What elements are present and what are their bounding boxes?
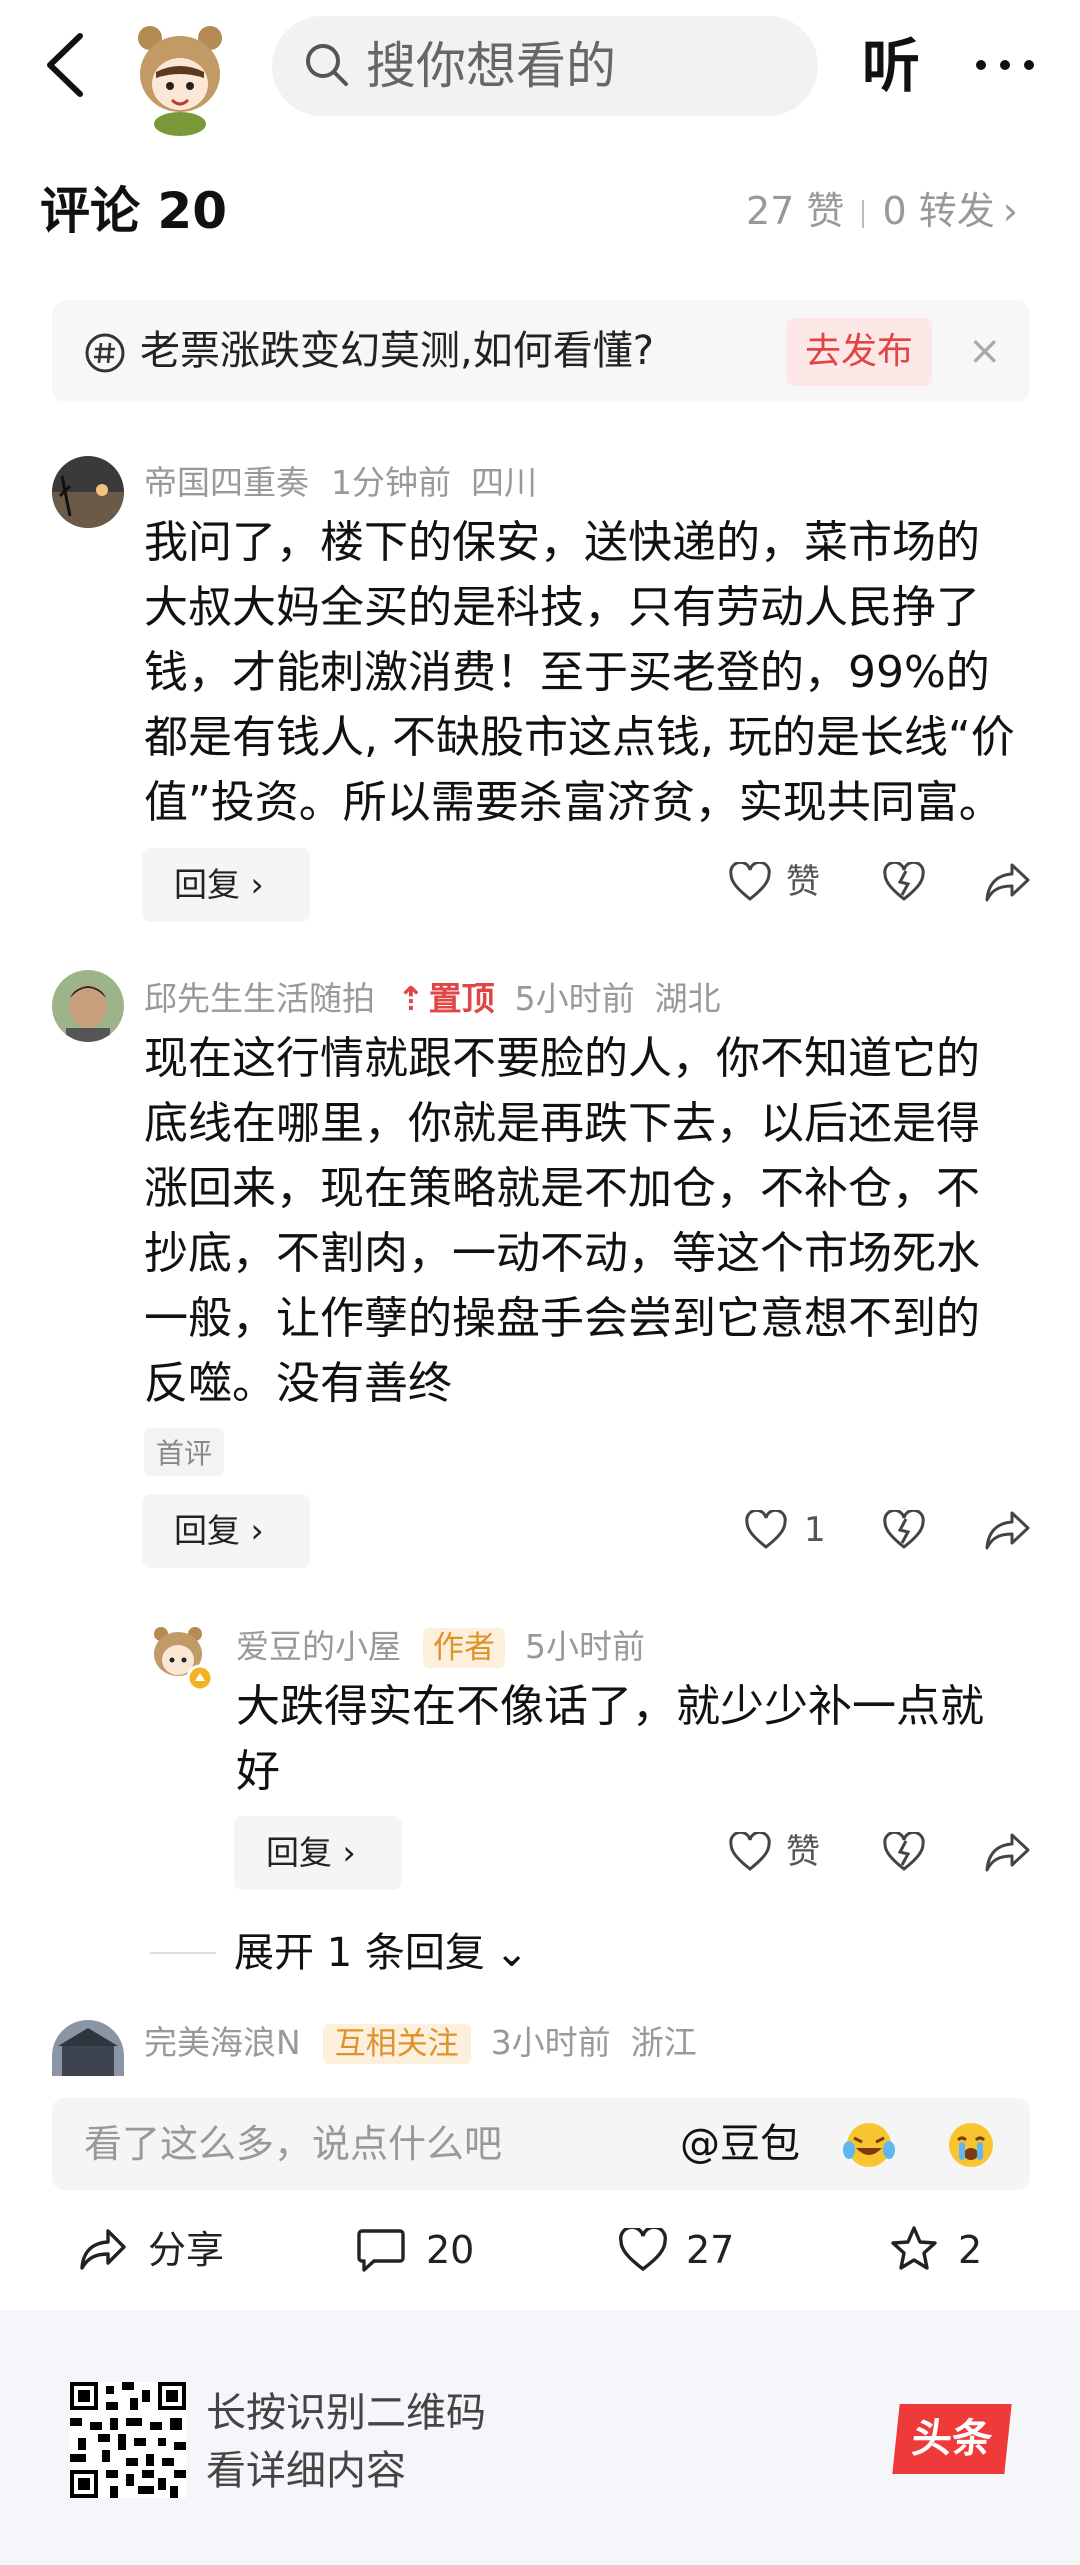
- avatar[interactable]: [52, 970, 124, 1042]
- comment-author[interactable]: 完美海浪N: [144, 2023, 301, 2062]
- heart-icon[interactable]: [728, 862, 772, 902]
- back-icon[interactable]: [38, 30, 94, 100]
- post-stats[interactable]: 27 赞 0 转发 ›: [746, 184, 1018, 238]
- share-icon[interactable]: [78, 2226, 128, 2272]
- footer-line1: 长按识别二维码: [206, 2390, 486, 2436]
- author-badge: 作者: [423, 1628, 505, 1668]
- comment-line: 我问了，楼下的保安，送快递的，菜市场的: [144, 517, 980, 568]
- comment-time: 5小时前: [514, 979, 635, 1018]
- footer-line2: 看详细内容: [206, 2448, 406, 2494]
- reply-button[interactable]: 回复 ›: [142, 1494, 310, 1568]
- comment-author[interactable]: 帝国四重奏: [144, 463, 309, 502]
- comment-location: 四川: [471, 463, 537, 502]
- comment-meta: 帝国四重奏 1分钟前 四川: [144, 460, 557, 506]
- divider: [150, 1952, 216, 1954]
- comment-icon[interactable]: [356, 2226, 406, 2274]
- heart-icon[interactable]: [618, 2228, 668, 2272]
- comment-line: 钱，才能刺激消费！至于买老登的，99%的: [144, 647, 990, 698]
- likes-count: 27 赞: [746, 189, 845, 233]
- search-icon: [306, 44, 348, 86]
- avatar[interactable]: [52, 456, 124, 528]
- comment-line: 值”投资。所以需要杀富济贫，实现共同富。: [144, 777, 1003, 828]
- share-icon[interactable]: [984, 1830, 1032, 1874]
- mention-doubao-button[interactable]: @豆包: [680, 2114, 800, 2174]
- reply-button[interactable]: 回复 ›: [142, 848, 310, 922]
- comment-line: 底线在哪里，你就是再跌下去，以后还是得: [144, 1098, 980, 1149]
- laugh-cry-emoji-icon[interactable]: [840, 2118, 898, 2172]
- comment-location: 浙江: [630, 2023, 697, 2062]
- building-avatar-icon: [52, 2020, 124, 2076]
- topic-text: 老票涨跌变幻莫测,如何看懂?: [140, 328, 654, 374]
- pin-icon: ⇡: [397, 979, 425, 1018]
- reposts-count: 0 转发: [882, 189, 995, 233]
- first-comment-tag: 首评: [144, 1428, 225, 1476]
- comment-line: 一般，让作孽的操盘手会尝到它意想不到的: [144, 1293, 980, 1344]
- more-icon[interactable]: [972, 56, 1038, 74]
- comments-title: 评论 20: [40, 182, 227, 240]
- share-icon[interactable]: [984, 1508, 1032, 1552]
- comments-count[interactable]: 20: [426, 2222, 474, 2278]
- hashtag-icon: [85, 333, 125, 373]
- bear-hood-avatar-icon: [138, 26, 222, 136]
- comment-body: 我问了，楼下的保安，送快递的，菜市场的 大叔大妈全买的是科技，只有劳动人民挣了 …: [144, 510, 1044, 835]
- expand-replies-button[interactable]: 展开 1 条回复 ⌄: [234, 1924, 528, 1982]
- dislike-icon[interactable]: [882, 1832, 926, 1872]
- comment-body: 现在这行情就跟不要脸的人，你不知道它的 底线在哪里，你就是再跌下去，以后还是得 …: [144, 1026, 1044, 1416]
- like-label[interactable]: 赞: [786, 858, 820, 906]
- publish-button[interactable]: 去发布: [786, 318, 932, 386]
- comment-line: 都是有钱人, 不缺股市这点钱, 玩的是长线“价: [144, 712, 1015, 763]
- favorites-count[interactable]: 2: [958, 2222, 982, 2278]
- pinned-badge: ⇡ 置顶: [397, 979, 495, 1018]
- dislike-icon[interactable]: [882, 1510, 926, 1550]
- comment-author[interactable]: 爱豆的小屋: [236, 1627, 401, 1666]
- avatar[interactable]: [52, 2020, 124, 2076]
- man-avatar-icon: [52, 970, 124, 1042]
- comment-line: 大跌得实在不像话了，就少少补一点就: [236, 1681, 984, 1732]
- comment-time: 1分钟前: [331, 463, 451, 502]
- reply-button[interactable]: 回复 ›: [234, 1816, 402, 1890]
- sunset-avatar-icon: [52, 456, 124, 528]
- heart-icon[interactable]: [744, 1510, 788, 1550]
- comment-line: 大叔大妈全买的是科技，只有劳动人民挣了: [144, 582, 980, 633]
- share-icon[interactable]: [984, 860, 1032, 904]
- comment-line: 涨回来，现在策略就是不加仓，不补仓，不: [144, 1163, 980, 1214]
- comment-line: 反噬。没有善终: [144, 1358, 452, 1409]
- like-label[interactable]: 赞: [786, 1828, 820, 1876]
- comment-meta: 爱豆的小屋 作者 5小时前: [236, 1624, 665, 1671]
- share-button[interactable]: 分享: [148, 2222, 224, 2278]
- dislike-icon[interactable]: [882, 862, 926, 902]
- comment-location: 湖北: [654, 979, 721, 1018]
- star-icon[interactable]: [888, 2224, 940, 2274]
- comment-line: 现在这行情就跟不要脸的人，你不知道它的: [144, 1033, 980, 1084]
- chevron-right-icon: ›: [1002, 189, 1018, 233]
- toutiao-logo: 头条: [892, 2404, 1012, 2474]
- mutual-follow-badge: 互相关注: [322, 2024, 471, 2064]
- like-count[interactable]: 1: [804, 1506, 826, 1554]
- verified-badge-icon: [186, 1664, 214, 1692]
- comment-line: 好: [236, 1746, 280, 1797]
- comment-meta: 邱先生生活随拍 ⇡ 置顶 5小时前 湖北: [144, 976, 741, 1022]
- heart-icon[interactable]: [728, 1832, 772, 1872]
- comment-meta: 完美海浪N 互相关注 3小时前 浙江: [144, 2020, 717, 2067]
- comment-line: 抄底，不割肉，一动不动，等这个市场死水: [144, 1228, 980, 1279]
- comment-time: 3小时前: [490, 2023, 611, 2062]
- comment-input-placeholder: 看了这么多，说点什么吧: [84, 2122, 503, 2166]
- divider: [862, 199, 865, 228]
- search-placeholder: 搜你想看的: [366, 37, 616, 95]
- likes-count[interactable]: 27: [686, 2222, 734, 2278]
- comment-author[interactable]: 邱先生生活随拍: [144, 979, 375, 1018]
- close-icon[interactable]: ×: [968, 330, 1002, 372]
- author-avatar[interactable]: [120, 16, 240, 136]
- chevron-down-icon: ⌄: [494, 1930, 529, 1976]
- expand-replies-label: 展开 1 条回复: [234, 1930, 485, 1976]
- listen-button[interactable]: 听: [862, 26, 920, 106]
- comment-body: 大跌得实在不像话了，就少少补一点就 好: [236, 1674, 1036, 1804]
- crying-emoji-icon[interactable]: [942, 2118, 1000, 2172]
- comment-time: 5小时前: [525, 1627, 645, 1666]
- qr-code-icon[interactable]: [70, 2382, 186, 2498]
